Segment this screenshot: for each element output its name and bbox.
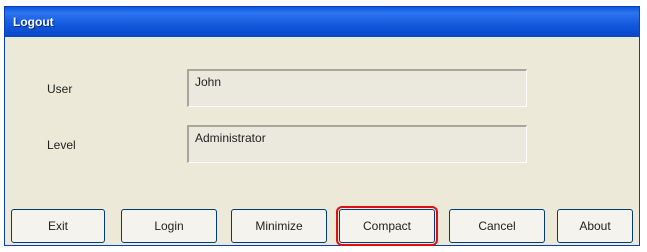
- window-title: Logout: [13, 15, 54, 29]
- exit-button[interactable]: Exit: [11, 209, 105, 243]
- user-field[interactable]: John: [187, 69, 527, 107]
- user-label: User: [47, 82, 73, 96]
- level-field[interactable]: Administrator: [187, 125, 527, 163]
- compact-button[interactable]: Compact: [336, 206, 438, 246]
- cancel-button[interactable]: Cancel: [449, 209, 545, 243]
- minimize-button[interactable]: Minimize: [231, 209, 327, 243]
- user-field-value: John: [195, 75, 222, 89]
- level-field-value: Administrator: [195, 131, 266, 145]
- level-label: Level: [47, 138, 76, 152]
- title-bar[interactable]: Logout: [5, 7, 639, 37]
- about-button[interactable]: About: [557, 209, 633, 243]
- logout-dialog: Logout User John Level Administrator Exi…: [4, 6, 640, 246]
- login-button[interactable]: Login: [121, 209, 217, 243]
